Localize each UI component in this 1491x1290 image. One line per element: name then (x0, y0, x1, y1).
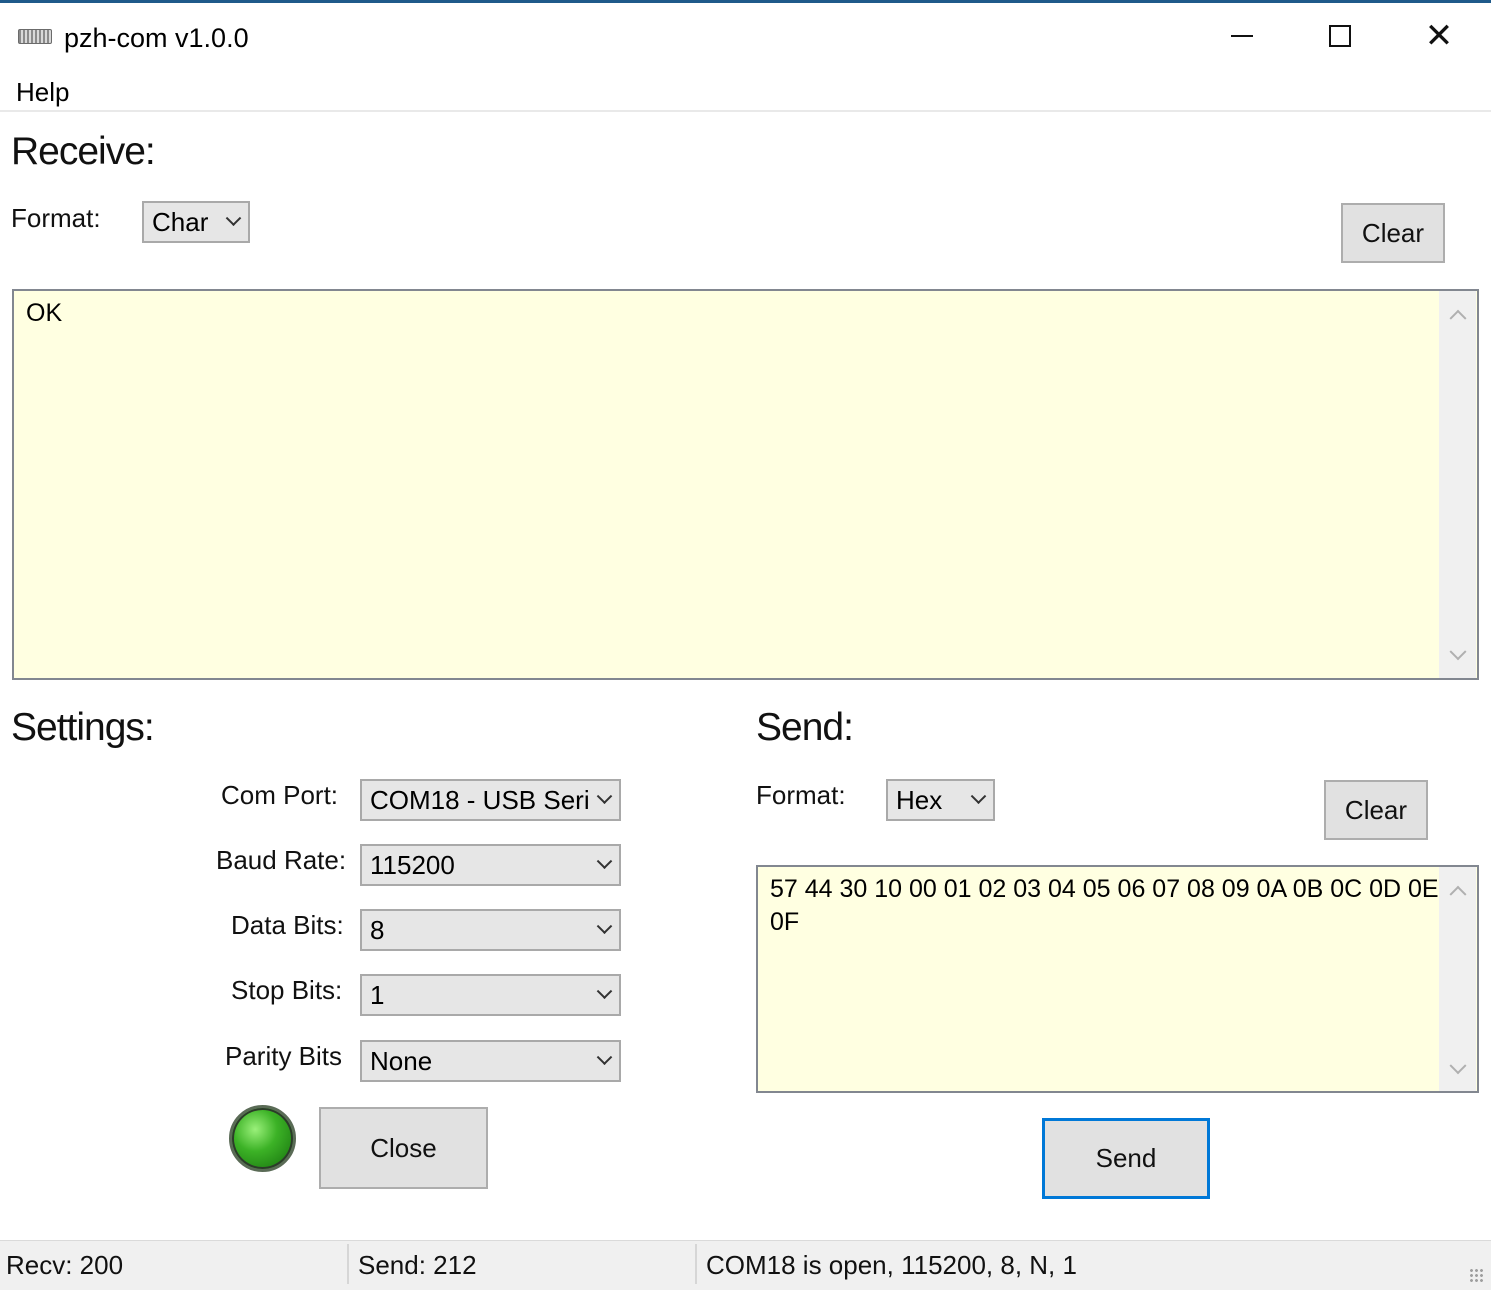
minimize-icon (1231, 35, 1253, 37)
receive-text: OK (26, 299, 63, 327)
window-title: pzh-com v1.0.0 (64, 23, 249, 53)
send-clear-button[interactable]: Clear (1324, 780, 1428, 840)
send-text-line-1: 57 44 30 10 00 01 02 03 04 05 06 07 08 0… (770, 875, 1439, 903)
receive-format-select[interactable]: Char (142, 201, 250, 243)
window-top-border (0, 0, 1491, 3)
baud-rate-select[interactable]: 115200 (360, 844, 621, 886)
com-port-value: COM18 - USB Seriá (370, 784, 589, 815)
send-button[interactable]: Send (1042, 1118, 1210, 1199)
baud-rate-label: Baud Rate: (216, 845, 347, 875)
close-window-button[interactable]: ✕ (1409, 14, 1469, 58)
close-port-button[interactable]: Close (319, 1107, 488, 1189)
receive-format-value: Char (152, 206, 209, 237)
receive-header: Receive: (11, 130, 156, 173)
send-scrollbar[interactable] (1439, 867, 1476, 1091)
chevron-down-icon (589, 852, 619, 871)
scroll-down-icon[interactable] (1439, 641, 1476, 671)
status-recv: Recv: 200 (6, 1250, 124, 1280)
scroll-down-icon[interactable] (1439, 1055, 1476, 1085)
parity-bits-label: Parity Bits (225, 1041, 343, 1071)
status-separator (347, 1244, 349, 1284)
scroll-up-icon[interactable] (1439, 875, 1476, 905)
com-port-select[interactable]: COM18 - USB Seriá (360, 779, 621, 821)
chevron-down-icon (589, 982, 619, 1001)
status-port: COM18 is open, 115200, 8, N, 1 (706, 1250, 1077, 1280)
menu-separator (0, 110, 1491, 112)
close-icon: ✕ (1424, 16, 1454, 56)
stop-bits-label: Stop Bits: (231, 975, 343, 1005)
menu-item-help[interactable]: Help (16, 76, 69, 108)
com-port-label: Com Port: (221, 780, 339, 810)
status-send: Send: 212 (358, 1250, 477, 1280)
data-bits-value: 8 (370, 914, 385, 945)
connection-status-led-icon (229, 1105, 296, 1172)
settings-header: Settings: (11, 706, 155, 749)
stop-bits-value: 1 (370, 979, 385, 1010)
send-format-select[interactable]: Hex (886, 779, 995, 821)
chevron-down-icon (218, 209, 248, 228)
parity-bits-value: None (370, 1045, 433, 1076)
data-bits-select[interactable]: 8 (360, 909, 621, 951)
minimize-button[interactable] (1212, 14, 1272, 58)
receive-format-label: Format: (11, 203, 101, 233)
maximize-button[interactable] (1310, 14, 1370, 58)
baud-rate-value: 115200 (370, 849, 455, 880)
serial-port-icon (18, 29, 52, 44)
chevron-down-icon (963, 787, 993, 806)
chevron-down-icon (589, 917, 619, 936)
receive-textarea[interactable]: OK (12, 289, 1479, 680)
send-header: Send: (756, 706, 854, 749)
parity-bits-select[interactable]: None (360, 1040, 621, 1082)
receive-scrollbar[interactable] (1439, 291, 1476, 678)
stop-bits-select[interactable]: 1 (360, 974, 621, 1016)
status-separator (695, 1244, 697, 1284)
data-bits-label: Data Bits: (231, 910, 344, 940)
chevron-down-icon (589, 787, 619, 806)
send-text-line-2: 0F (770, 908, 800, 936)
scroll-up-icon[interactable] (1439, 299, 1476, 329)
send-format-label: Format: (756, 780, 846, 810)
receive-clear-button[interactable]: Clear (1341, 203, 1445, 263)
send-format-value: Hex (896, 784, 943, 815)
chevron-down-icon (589, 1048, 619, 1067)
send-textarea[interactable]: 57 44 30 10 00 01 02 03 04 05 06 07 08 0… (756, 865, 1479, 1093)
resize-grip-icon[interactable] (1469, 1268, 1485, 1284)
maximize-icon (1329, 25, 1351, 47)
